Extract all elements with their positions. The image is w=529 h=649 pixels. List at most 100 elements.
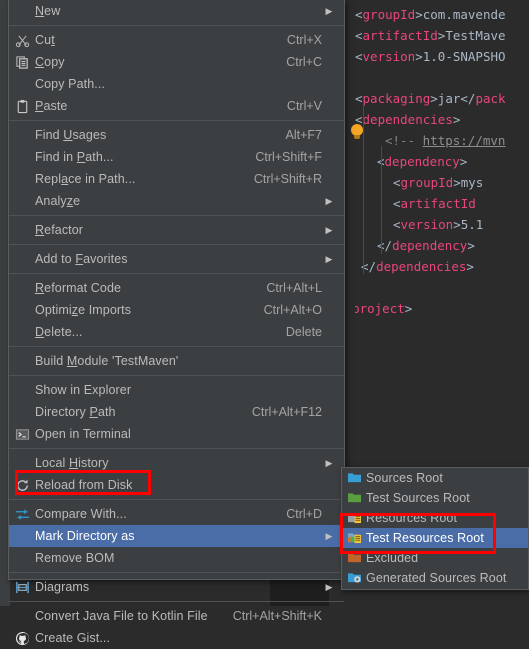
submenu-item-label: Generated Sources Root (366, 571, 507, 585)
menu-separator (9, 244, 344, 245)
submenu-item-test-sources-root[interactable]: Test Sources Root (342, 488, 528, 508)
menu-item-icon-slot (9, 452, 35, 474)
folder-orange-icon (347, 551, 362, 566)
menu-item-reload-from-disk[interactable]: Reload from Disk (9, 474, 344, 496)
chevron-right-icon: ▶ (325, 530, 333, 541)
menu-item-build-module-testmaven[interactable]: Build Module 'TestMaven' (9, 350, 344, 372)
lightbulb-icon[interactable] (350, 124, 364, 140)
menu-item-remove-bom[interactable]: Remove BOM (9, 547, 344, 569)
clipboard-icon (15, 99, 30, 114)
chevron-right-icon: ▶ (325, 253, 333, 264)
menu-item-shortcut: Ctrl+Alt+O (263, 303, 322, 317)
menu-item-icon-slot (9, 0, 35, 22)
menu-item-icon-slot (9, 605, 35, 627)
menu-item-icon-slot (9, 124, 35, 146)
menu-item-directory-path[interactable]: Directory Path Ctrl+Alt+F12 (9, 401, 344, 423)
menu-item-shortcut: Ctrl+Alt+L (266, 281, 322, 295)
chevron-right-icon: ▶ (325, 224, 333, 235)
menu-item-label: Directory Path (35, 405, 116, 419)
submenu-item-resources-root[interactable]: Resources Root (342, 508, 528, 528)
menu-item-analyze[interactable]: Analyze ▶ (9, 190, 344, 212)
menu-item-shortcut: Ctrl+Shift+F (255, 150, 322, 164)
github-icon-slot (9, 627, 35, 649)
menu-item-local-history[interactable]: Local History ▶ (9, 452, 344, 474)
menu-item-label: Remove BOM (35, 551, 115, 565)
menu-item-create-gist[interactable]: Create Gist... (9, 627, 344, 649)
menu-item-label: Build Module 'TestMaven' (35, 354, 179, 368)
menu-item-mark-directory-as[interactable]: Mark Directory as ▶ (9, 525, 344, 547)
project-tree-context-menu[interactable]: New ▶ Cut Ctrl+X Copy Ctrl+C Copy Path... Paste… (8, 0, 345, 645)
menu-item-paste[interactable]: Paste Ctrl+V (9, 95, 344, 117)
menu-item-icon-slot (9, 219, 35, 241)
menu-item-icon-slot (9, 525, 35, 547)
mark-directory-as-submenu[interactable]: Sources Root Test Sources Root Resources R… (341, 467, 529, 590)
submenu-item-generated-sources-root[interactable]: Generated Sources Root (342, 568, 528, 588)
menu-item-icon-slot (9, 401, 35, 423)
menu-item-open-in-terminal[interactable]: Open in Terminal (9, 423, 344, 445)
chevron-right-icon: ▶ (325, 195, 333, 206)
copy-icon (15, 55, 30, 70)
menu-item-label: Show in Explorer (35, 383, 132, 397)
menu-item-label: Find in Path... (35, 150, 114, 164)
menu-item-optimize-imports[interactable]: Optimize Imports Ctrl+Alt+O (9, 299, 344, 321)
menu-item-replace-in-path[interactable]: Replace in Path... Ctrl+Shift+R (9, 168, 344, 190)
submenu-item-sources-root[interactable]: Sources Root (342, 468, 528, 488)
menu-item-new[interactable]: New ▶ (9, 0, 344, 22)
menu-item-add-to-favorites[interactable]: Add to Favorites ▶ (9, 248, 344, 270)
menu-item-icon-slot (9, 73, 35, 95)
menu-separator (9, 601, 344, 602)
menu-separator (9, 572, 344, 573)
menu-item-label: Reload from Disk (35, 478, 133, 492)
menu-item-icon-slot (9, 277, 35, 299)
menu-item-label: Compare With... (35, 507, 127, 521)
menu-item-shortcut: Delete (285, 325, 322, 339)
menu-item-icon-slot (9, 190, 35, 212)
menu-item-convert-java-file-to-kotlin-file[interactable]: Convert Java File to Kotlin File Ctrl+Alt… (9, 605, 344, 627)
menu-item-find-in-path[interactable]: Find in Path... Ctrl+Shift+F (9, 146, 344, 168)
menu-item-reformat-code[interactable]: Reformat Code Ctrl+Alt+L (9, 277, 344, 299)
menu-item-icon-slot (9, 146, 35, 168)
menu-item-refactor[interactable]: Refactor ▶ (9, 219, 344, 241)
menu-item-label: Refactor (35, 223, 84, 237)
menu-separator (9, 448, 344, 449)
menu-separator (9, 499, 344, 500)
menu-item-shortcut: Ctrl+V (286, 99, 322, 113)
menu-item-label: Open in Terminal (35, 427, 131, 441)
submenu-item-excluded[interactable]: Excluded (342, 548, 528, 568)
menu-item-label: Convert Java File to Kotlin File (35, 609, 208, 623)
menu-item-diagrams[interactable]: Diagrams ▶ (9, 576, 344, 598)
menu-separator (9, 375, 344, 376)
chevron-right-icon: ▶ (325, 581, 333, 592)
menu-item-label: Mark Directory as (35, 529, 135, 543)
menu-item-compare-with[interactable]: Compare With... Ctrl+D (9, 503, 344, 525)
scissors-icon-slot (9, 29, 35, 51)
menu-item-icon-slot (9, 350, 35, 372)
diagram-icon-slot (9, 576, 35, 598)
menu-item-copy-path[interactable]: Copy Path... (9, 73, 344, 95)
folder-green-icon-slot (342, 488, 366, 508)
menu-item-shortcut: Ctrl+D (286, 507, 322, 521)
chevron-right-icon: ▶ (325, 457, 333, 468)
menu-item-icon-slot (9, 379, 35, 401)
copy-icon-slot (9, 51, 35, 73)
refresh-icon-slot (9, 474, 35, 496)
menu-item-delete[interactable]: Delete... Delete (9, 321, 344, 343)
menu-item-show-in-explorer[interactable]: Show in Explorer (9, 379, 344, 401)
menu-item-cut[interactable]: Cut Ctrl+X (9, 29, 344, 51)
menu-item-find-usages[interactable]: Find Usages Alt+F7 (9, 124, 344, 146)
menu-item-label: Delete... (35, 325, 83, 339)
menu-item-label: Paste (35, 99, 68, 113)
menu-item-label: Copy (35, 55, 65, 69)
folder-test-resources-icon (347, 531, 362, 546)
submenu-item-label: Sources Root (366, 471, 443, 485)
menu-item-copy[interactable]: Copy Ctrl+C (9, 51, 344, 73)
menu-item-label: Copy Path... (35, 77, 105, 91)
menu-separator (9, 273, 344, 274)
submenu-item-test-resources-root[interactable]: Test Resources Root (342, 528, 528, 548)
terminal-icon (15, 427, 30, 442)
menu-item-label: Cut (35, 33, 55, 47)
terminal-icon-slot (9, 423, 35, 445)
menu-item-label: Diagrams (35, 580, 90, 594)
folder-green-icon (347, 491, 362, 506)
submenu-item-label: Resources Root (366, 511, 458, 525)
